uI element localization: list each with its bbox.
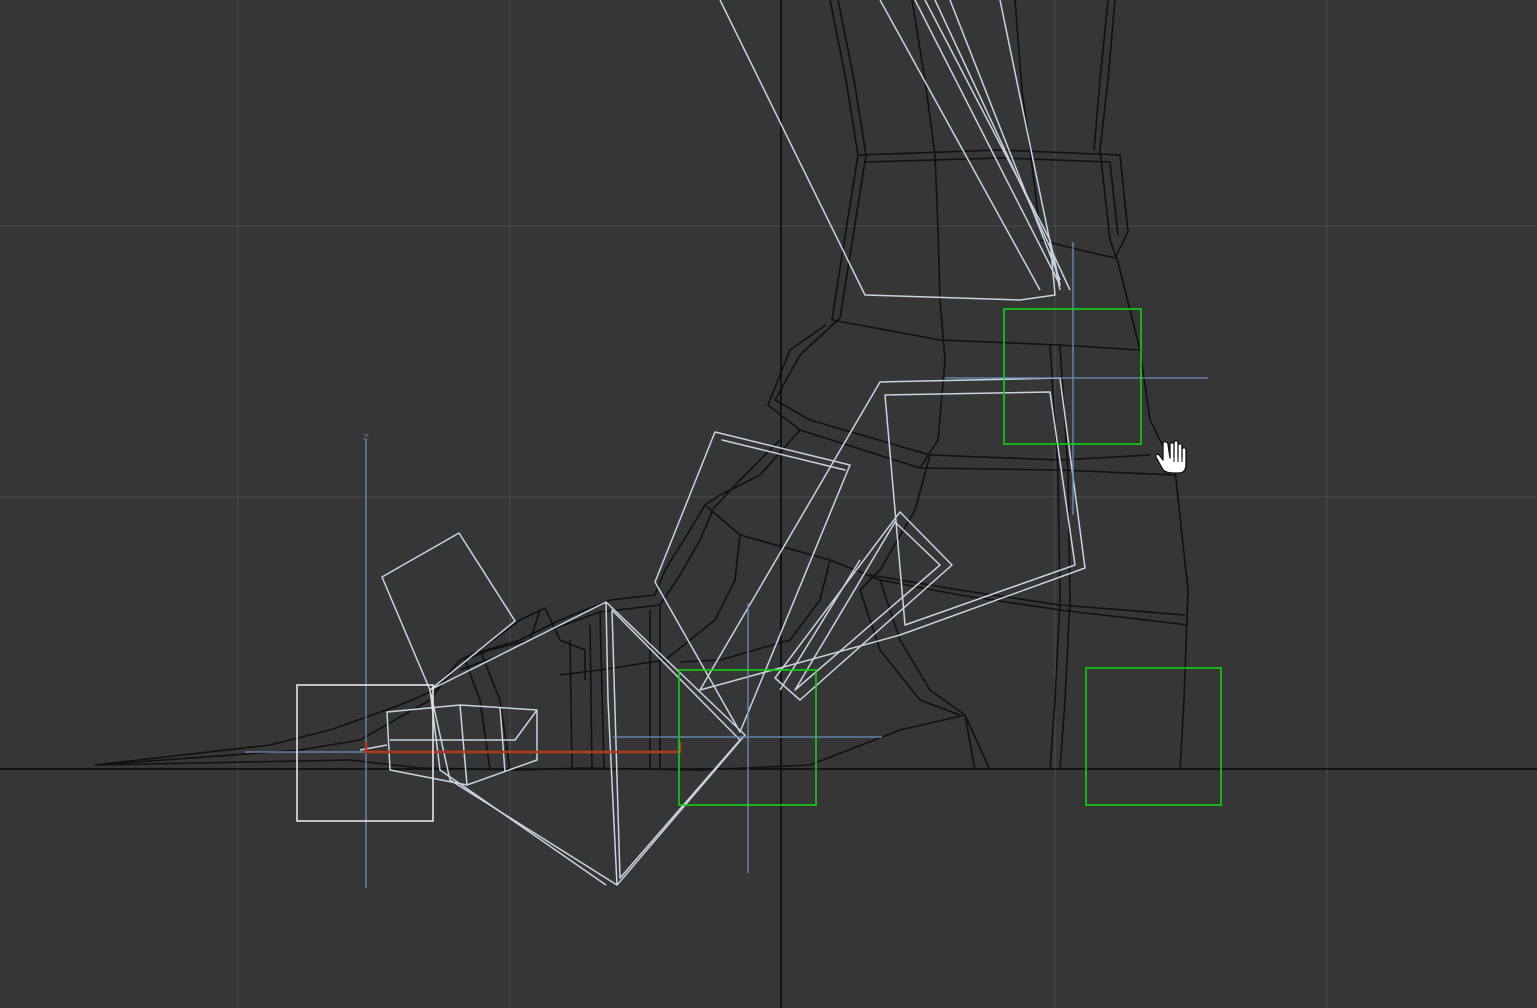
3d-viewport[interactable]: z xyxy=(0,0,1537,1008)
transform-gizmos[interactable] xyxy=(245,242,1208,888)
viewport-grid xyxy=(0,0,1537,1008)
hand-pan-icon xyxy=(1155,440,1187,474)
ik-chain[interactable] xyxy=(364,742,682,754)
axis-label-z: z xyxy=(363,430,369,443)
viewport-canvas[interactable]: z xyxy=(0,0,1537,1008)
heel-control[interactable] xyxy=(1085,667,1222,806)
